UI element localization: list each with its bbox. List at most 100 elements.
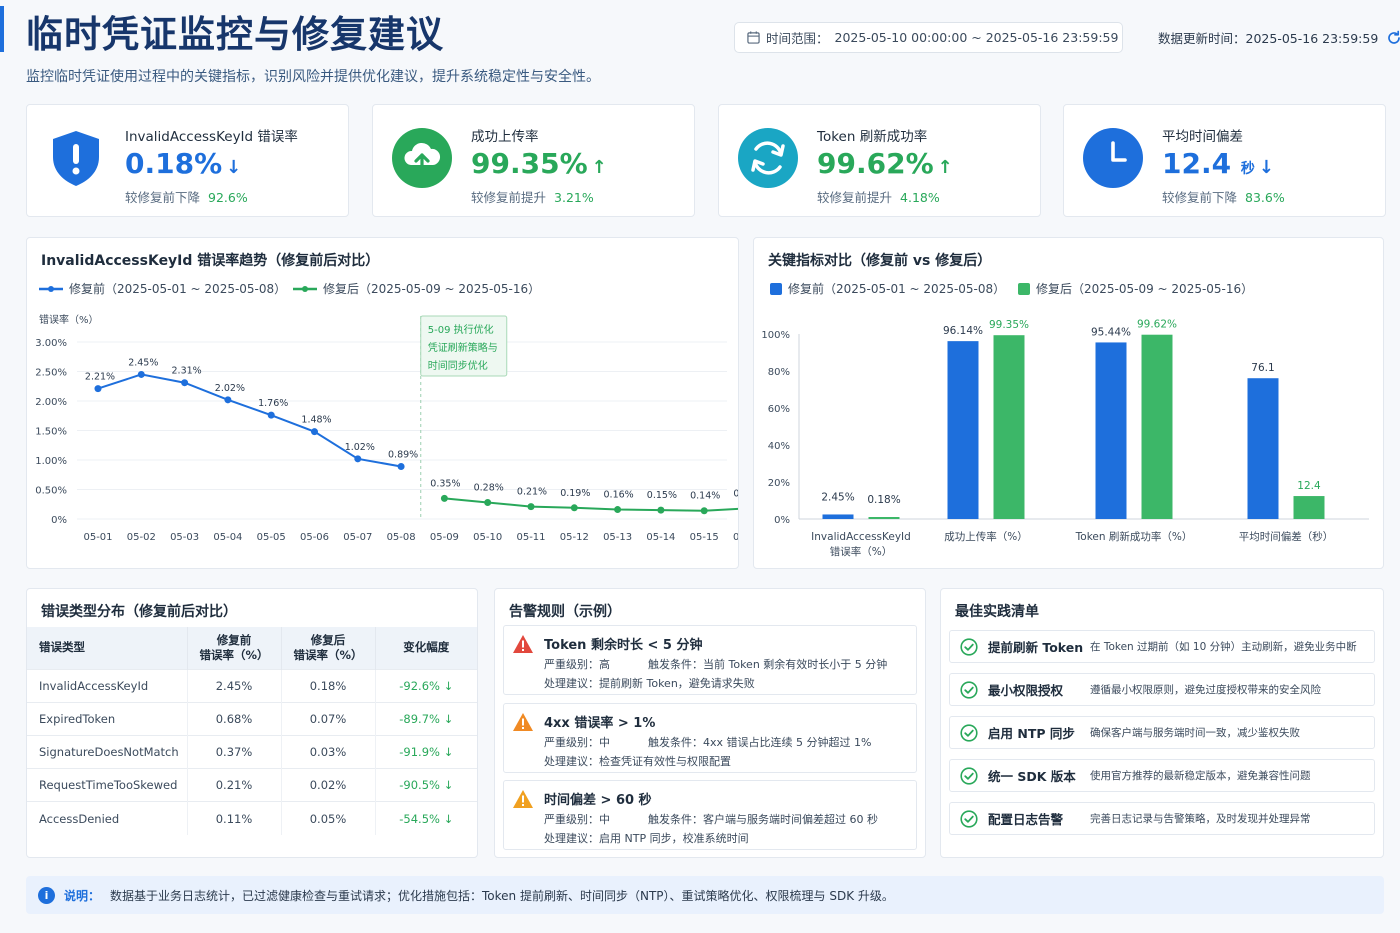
- practice-item[interactable]: 提前刷新 Token 在 Token 过期前（如 10 分钟）主动刷新，避免业务…: [949, 630, 1375, 663]
- clock-icon: [1083, 128, 1143, 188]
- x-tick-label: 平均时间偏差（秒）: [1239, 530, 1334, 543]
- kpi-change: 较修复前下降 92.6%: [125, 190, 248, 205]
- cloud-upload-icon: [392, 128, 452, 188]
- x-tick-label: 05-16: [733, 532, 738, 543]
- warning-icon: [513, 713, 533, 731]
- alert-title: 4xx 错误率 > 1%: [544, 716, 656, 731]
- arrow-down-icon: ↓: [443, 744, 454, 759]
- bar-value-label: 76.1: [1251, 362, 1274, 374]
- practice-desc: 确保客户端与服务端时间一致，减少鉴权失败: [1090, 727, 1300, 739]
- column-header: 变化幅度: [375, 627, 477, 669]
- page-subtitle: 监控临时凭证使用过程中的关键指标，识别风险并提供优化建议，提升系统稳定性与安全性…: [26, 69, 600, 85]
- practice-item[interactable]: 最小权限授权 遵循最小权限原则，避免过度授权带来的安全风险: [949, 673, 1375, 706]
- change-cell: -54.5% ↓: [375, 801, 477, 835]
- bar-value-label: 12.4: [1297, 480, 1321, 492]
- error-type-cell: SignatureDoesNotMatch: [27, 734, 188, 769]
- alert-advice: 处理建议：提前刷新 Token，避免请求失败: [544, 677, 755, 690]
- bar-before: [822, 514, 854, 519]
- y-tick-label: 0%: [774, 515, 790, 526]
- data-point: [440, 494, 448, 502]
- change-cell: -91.9% ↓: [375, 734, 477, 769]
- panel-title: 告警规则（示例）: [509, 604, 621, 620]
- data-point: [570, 504, 578, 512]
- after-cell: 0.03%: [281, 734, 376, 769]
- alert-condition: 触发条件：客户端与服务端时间偏差超过 60 秒: [648, 813, 878, 826]
- alert-rule-token-expiry[interactable]: Token 剩余时长 < 5 分钟 严重级别：高 触发条件：当前 Token 剩…: [503, 625, 917, 695]
- practice-item[interactable]: 统一 SDK 版本 使用官方推荐的最新稳定版本，避免兼容性问题: [949, 759, 1375, 792]
- alert-level: 严重级别：高: [544, 658, 610, 671]
- refresh-icon: [738, 128, 798, 188]
- before-cell: 0.11%: [187, 801, 282, 835]
- alert-level: 严重级别：中: [544, 813, 610, 826]
- x-tick-label: 05-08: [387, 532, 416, 543]
- x-tick-label: 05-09: [430, 532, 459, 543]
- practice-title: 最小权限授权: [988, 683, 1064, 698]
- table-row: ExpiredToken 0.68% 0.07% -89.7% ↓: [27, 701, 477, 736]
- bar-value-label: 95.44%: [1091, 326, 1131, 338]
- y-axis-title: 错误率（%）: [39, 313, 99, 326]
- y-tick-label: 20%: [768, 478, 790, 489]
- data-point: [484, 498, 492, 506]
- page-title: 临时凭证监控与修复建议: [26, 13, 444, 56]
- x-tick-label: 05-07: [343, 532, 372, 543]
- time-range-picker[interactable]: 时间范围： 2025-05-10 00:00:00 ~ 2025-05-16 2…: [734, 22, 1123, 53]
- change-cell: -92.6% ↓: [375, 668, 477, 703]
- after-cell: 0.05%: [281, 801, 376, 835]
- arrow-down-icon: ↓: [1258, 157, 1274, 178]
- data-point: [397, 462, 405, 470]
- practice-item[interactable]: 配置日志告警 完善日志记录与告警策略，及时发现并处理异常: [949, 802, 1375, 835]
- x-tick-label: 05-03: [170, 532, 199, 543]
- kpi-value: 0.18% ↓: [125, 147, 242, 180]
- panel-title: 最佳实践清单: [955, 604, 1039, 620]
- y-tick-label: 1.00%: [35, 456, 67, 467]
- data-point: [181, 379, 189, 387]
- x-tick-label: InvalidAccessKeyId: [811, 531, 911, 543]
- practice-title: 启用 NTP 同步: [988, 726, 1075, 741]
- x-tick-label: 05-12: [560, 532, 589, 543]
- data-point: [354, 455, 362, 463]
- bar-after: [993, 335, 1025, 519]
- alert-rule-time-skew[interactable]: 时间偏差 > 60 秒 严重级别：中 触发条件：客户端与服务端时间偏差超过 60…: [503, 780, 917, 850]
- practice-desc: 使用官方推荐的最新稳定版本，避免兼容性问题: [1090, 770, 1311, 782]
- bar-value-label: 2.45%: [821, 491, 854, 503]
- alert-rule-4xx-rate[interactable]: 4xx 错误率 > 1% 严重级别：中 触发条件：4xx 错误占比连续 5 分钟…: [503, 703, 917, 773]
- kpi-change: 较修复前下降 83.6%: [1162, 190, 1285, 205]
- refresh-icon[interactable]: [1386, 30, 1400, 46]
- x-tick-label: 05-01: [83, 532, 112, 543]
- arrow-down-icon: ↓: [443, 778, 454, 793]
- alert-title: Token 剩余时长 < 5 分钟: [544, 638, 703, 653]
- kpi-card-invalid-access-key: InvalidAccessKeyId 错误率 0.18% ↓ 较修复前下降 92.6…: [26, 104, 349, 217]
- check-circle-icon: [960, 680, 978, 699]
- bar-after: [868, 517, 900, 519]
- compare-chart-panel: 关键指标对比（修复前 vs 修复后） 修复前（2025-05-01 ~ 2025…: [753, 237, 1384, 569]
- x-tick-label: 05-05: [257, 532, 286, 543]
- practice-desc: 遵循最小权限原则，避免过度授权带来的安全风险: [1090, 684, 1321, 696]
- after-cell: 0.18%: [281, 668, 376, 703]
- check-circle-icon: [960, 637, 978, 656]
- error-type-cell: AccessDenied: [27, 801, 188, 835]
- x-tick-label: 05-04: [213, 532, 242, 543]
- table-row: RequestTimeTooSkewed 0.21% 0.02% -90.5% …: [27, 768, 477, 802]
- column-header: 错误类型: [27, 627, 188, 669]
- alert-condition: 触发条件：当前 Token 剩余有效时长小于 5 分钟: [648, 658, 888, 671]
- practice-item[interactable]: 启用 NTP 同步 确保客户端与服务端时间一致，减少鉴权失败: [949, 716, 1375, 749]
- fix-annotation-text: 5-09 执行优化: [428, 323, 494, 336]
- x-tick-label: 05-15: [690, 532, 719, 543]
- arrow-down-icon: ↓: [443, 678, 454, 693]
- data-label: 1.76%: [258, 398, 288, 409]
- error-distribution-panel: 错误类型分布（修复前后对比） 错误类型 修复前 错误率（%） 修复后 错误率（%…: [26, 588, 478, 858]
- error-type-cell: RequestTimeTooSkewed: [27, 768, 188, 802]
- after-cell: 0.07%: [281, 701, 376, 736]
- y-tick-label: 80%: [768, 367, 790, 378]
- data-point: [311, 428, 318, 436]
- calendar-icon: [747, 31, 760, 44]
- x-tick-label: 05-02: [127, 532, 156, 543]
- y-tick-label: 0.50%: [35, 486, 67, 497]
- bar-value-label: 96.14%: [943, 325, 983, 337]
- y-tick-label: 3.00%: [35, 338, 67, 349]
- time-range-value: 2025-05-10 00:00:00 ~ 2025-05-16 23:59:5…: [834, 30, 1119, 45]
- after-cell: 0.02%: [281, 768, 376, 802]
- bar-before: [1247, 378, 1279, 519]
- bar-value-label: 0.18%: [867, 494, 900, 506]
- kpi-card-time-skew: 平均时间偏差 12.4 秒 ↓ 较修复前下降 83.6%: [1063, 104, 1386, 217]
